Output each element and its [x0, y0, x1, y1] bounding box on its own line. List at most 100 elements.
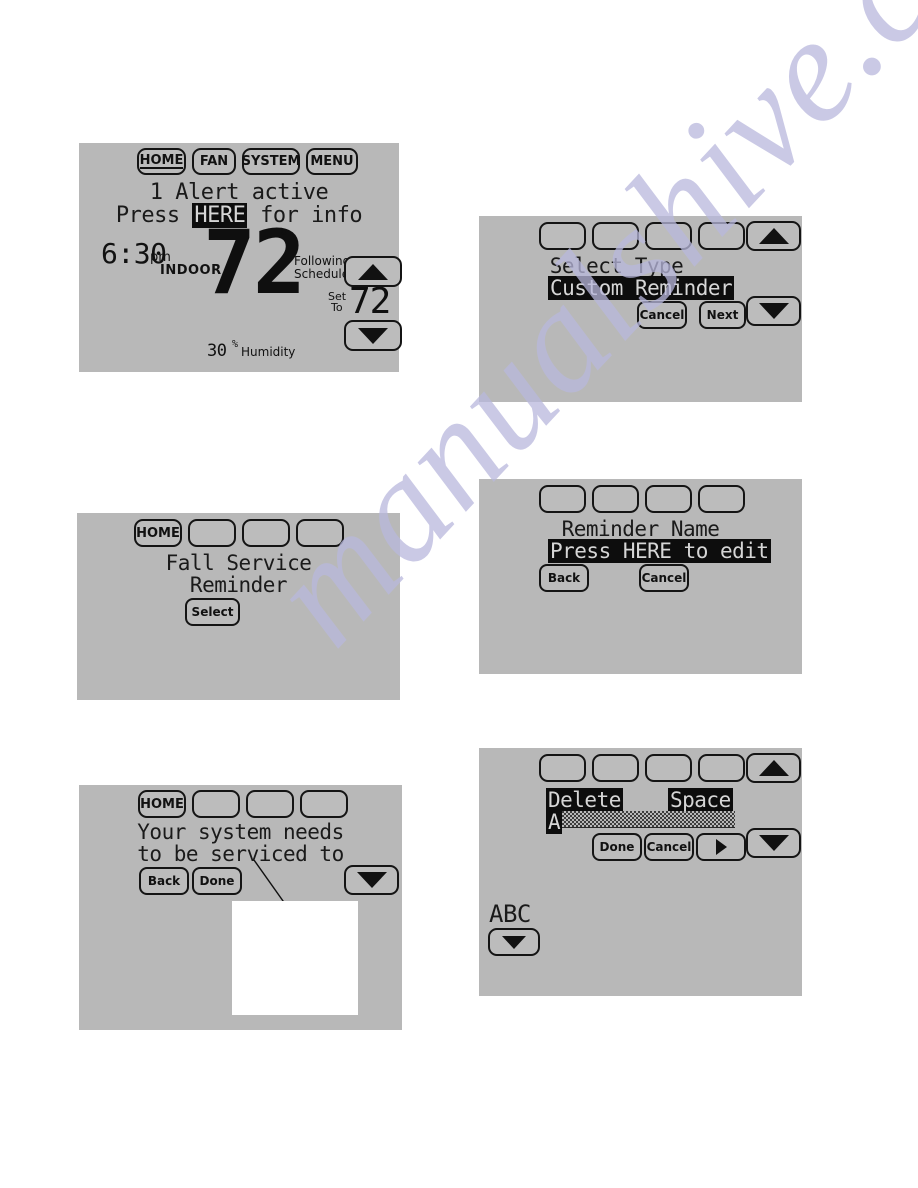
- done-button[interactable]: Done: [192, 867, 242, 895]
- reminder-name-edit-field[interactable]: Press HERE to edit: [548, 539, 771, 563]
- back-button[interactable]: Back: [539, 564, 589, 592]
- reminder-title-line2: Reminder: [189, 573, 288, 597]
- setpoint-label-line2: To: [331, 301, 343, 314]
- select-button-label: Select: [191, 605, 234, 619]
- service-message-line2: to be serviced to: [137, 842, 344, 866]
- thermostat-home-screen: HOME FAN SYSTEM MENU 1 Alert active Pres…: [79, 143, 402, 372]
- select-button[interactable]: Select: [185, 598, 240, 626]
- triangle-down-icon: [358, 327, 388, 344]
- tab-blank-3[interactable]: [246, 790, 294, 818]
- tab-fan[interactable]: FAN: [192, 148, 236, 175]
- space-button-label: Space: [668, 788, 733, 812]
- system-needs-service-screen: HOME Your system needs to be serviced to…: [79, 785, 402, 1030]
- done-button-label: Done: [599, 840, 635, 854]
- next-button-label: Next: [706, 308, 739, 322]
- tab-blank-3[interactable]: [645, 222, 692, 250]
- tab-blank-2[interactable]: [592, 754, 639, 782]
- temperature-up-button[interactable]: [344, 256, 402, 287]
- triangle-up-icon: [758, 760, 789, 776]
- triangle-down-icon: [502, 935, 526, 949]
- cancel-button-label: Cancel: [641, 571, 687, 585]
- tab-menu-label: MENU: [310, 154, 354, 169]
- alert-press-prefix: Press: [115, 203, 193, 228]
- tab-blank-2[interactable]: [192, 790, 240, 818]
- select-type-value-text: Custom Reminder: [548, 276, 735, 300]
- schedule-status-line2: Schedule: [294, 267, 350, 281]
- humidity-percent-symbol: %: [232, 339, 238, 350]
- tab-blank-3[interactable]: [645, 754, 692, 782]
- reminder-title-line1: Fall Service: [165, 551, 312, 575]
- scroll-up-button[interactable]: [746, 753, 801, 783]
- tab-blank-2[interactable]: [592, 222, 639, 250]
- text-editor-screen: Delete Space A Done Cancel ABC: [479, 748, 802, 996]
- cancel-button[interactable]: Cancel: [637, 301, 687, 329]
- scroll-down-button[interactable]: [746, 828, 801, 858]
- tab-menu[interactable]: MENU: [306, 148, 358, 175]
- tab-blank-1[interactable]: [539, 485, 586, 513]
- tab-system[interactable]: SYSTEM: [242, 148, 300, 175]
- back-button-label: Back: [147, 874, 181, 888]
- tab-blank-4[interactable]: [296, 519, 344, 547]
- reminder-name-edit-prompt: Press HERE to edit: [548, 539, 771, 563]
- scroll-up-button[interactable]: [746, 221, 801, 251]
- humidity-label: Humidity: [241, 345, 296, 359]
- tab-home-label: HOME: [140, 796, 184, 812]
- back-button[interactable]: Back: [139, 867, 189, 895]
- current-character-value: A: [546, 810, 563, 834]
- temperature-down-button[interactable]: [344, 320, 402, 351]
- tab-blank-4[interactable]: [698, 222, 745, 250]
- tab-blank-4[interactable]: [300, 790, 348, 818]
- scroll-down-button[interactable]: [344, 865, 399, 895]
- triangle-down-icon: [356, 872, 387, 888]
- tab-blank-1[interactable]: [539, 754, 586, 782]
- tab-fan-label: FAN: [199, 154, 229, 169]
- cancel-button-label: Cancel: [646, 840, 692, 854]
- tab-home-label: HOME: [136, 525, 180, 541]
- delete-button[interactable]: Delete: [546, 788, 623, 812]
- select-type-value[interactable]: Custom Reminder: [548, 276, 735, 300]
- triangle-up-icon: [358, 263, 388, 280]
- triangle-right-icon: [715, 839, 727, 855]
- cancel-button[interactable]: Cancel: [639, 564, 689, 592]
- triangle-down-icon: [758, 835, 789, 851]
- indoor-degree-symbol: °: [278, 225, 290, 249]
- next-button[interactable]: Next: [699, 301, 746, 329]
- tab-blank-1[interactable]: [539, 222, 586, 250]
- reminder-name-screen: Reminder Name Press HERE to edit Back Ca…: [479, 479, 802, 674]
- alert-count-text: 1 Alert active: [149, 180, 329, 205]
- tab-blank-3[interactable]: [242, 519, 290, 547]
- back-button-label: Back: [547, 571, 581, 585]
- tab-home[interactable]: HOME: [138, 790, 186, 818]
- tab-blank-2[interactable]: [592, 485, 639, 513]
- clock-ampm: pm: [150, 250, 171, 265]
- callout-blank-box: [232, 901, 358, 1015]
- case-mode-down-button[interactable]: [488, 928, 540, 956]
- schedule-status-line1: Following: [294, 254, 351, 268]
- space-button[interactable]: Space: [668, 788, 733, 812]
- tab-system-label: SYSTEM: [241, 154, 301, 169]
- select-type-title: Select Type: [549, 254, 684, 278]
- tab-blank-3[interactable]: [645, 485, 692, 513]
- service-message-line1: Your system needs: [137, 820, 344, 844]
- scroll-down-button[interactable]: [746, 296, 801, 326]
- cancel-button[interactable]: Cancel: [644, 833, 694, 861]
- done-button[interactable]: Done: [592, 833, 642, 861]
- tab-blank-4[interactable]: [698, 485, 745, 513]
- service-message-tab-row: HOME: [138, 790, 348, 818]
- fall-service-tab-row: HOME: [134, 519, 344, 547]
- tab-blank-4[interactable]: [698, 754, 745, 782]
- next-character-button[interactable]: [696, 833, 746, 861]
- cancel-button-label: Cancel: [639, 308, 685, 322]
- reminder-name-tab-row: [539, 485, 745, 513]
- current-character[interactable]: A: [546, 810, 563, 834]
- fall-service-reminder-screen: HOME Fall Service Reminder Select: [77, 513, 400, 700]
- humidity-value: 30: [207, 341, 227, 361]
- tab-home[interactable]: HOME: [137, 148, 186, 175]
- tab-blank-2[interactable]: [188, 519, 236, 547]
- reminder-name-title: Reminder Name: [561, 517, 720, 541]
- text-editor-tab-row: [539, 754, 745, 782]
- tab-home[interactable]: HOME: [134, 519, 182, 547]
- select-type-tab-row: [539, 222, 745, 250]
- text-entry-field[interactable]: [560, 811, 735, 828]
- done-button-label: Done: [199, 874, 235, 888]
